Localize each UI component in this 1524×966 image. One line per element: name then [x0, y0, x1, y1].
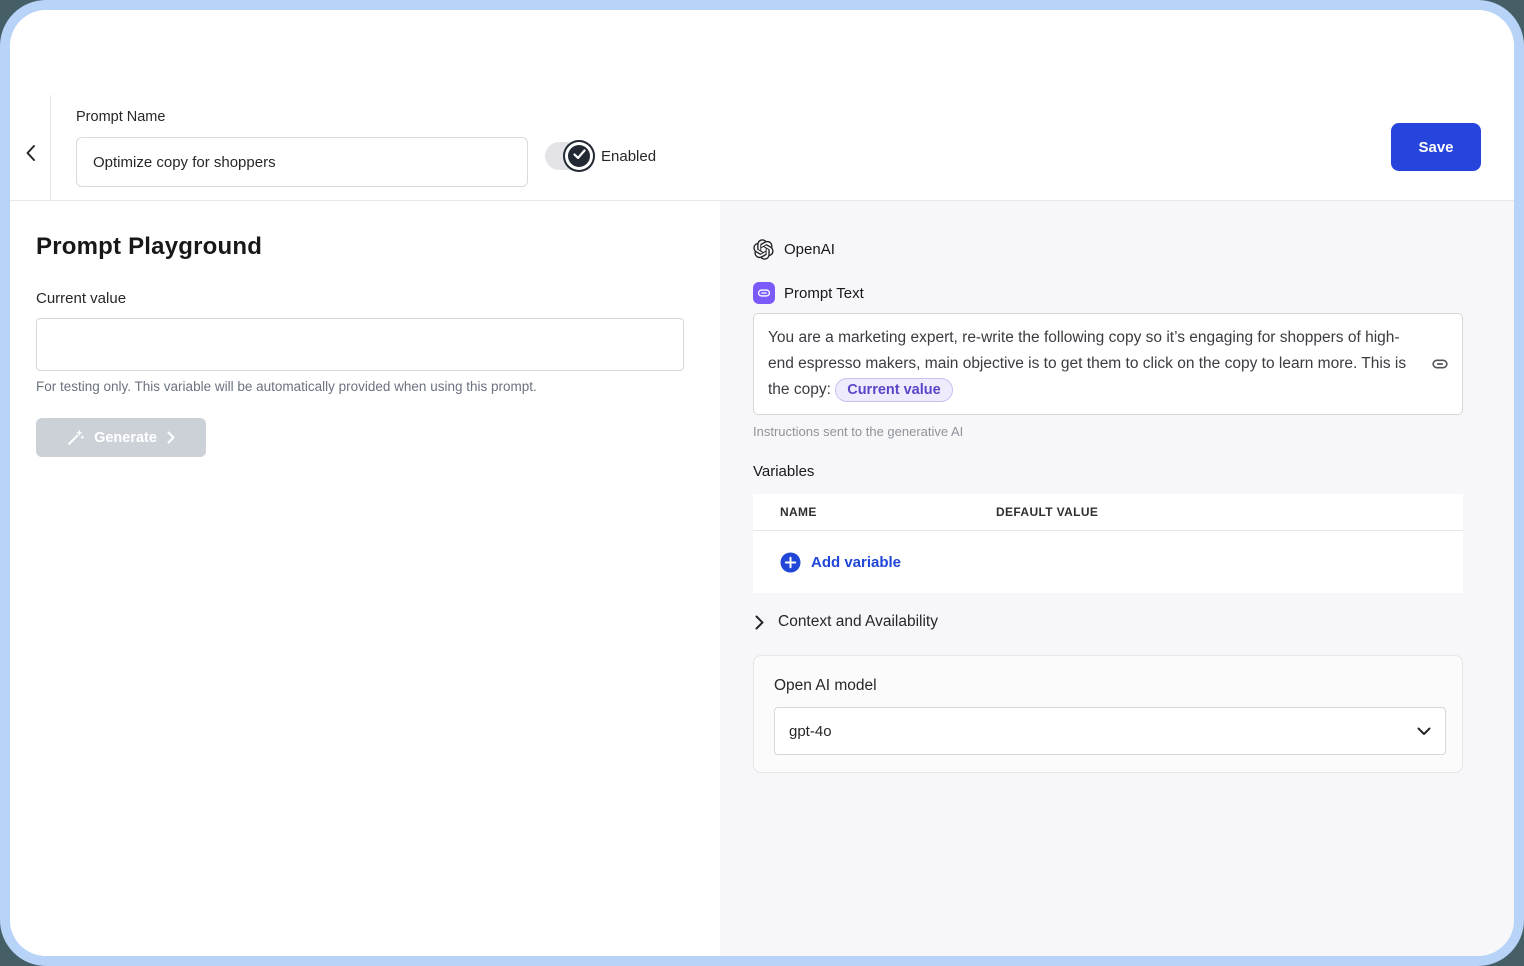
- model-label: Open AI model: [774, 677, 877, 695]
- toggle-track[interactable]: [545, 142, 593, 170]
- playground-panel: Prompt Playground Current value For test…: [10, 201, 720, 956]
- column-default-value: DEFAULT VALUE: [996, 505, 1098, 519]
- variables-table-header: NAME DEFAULT VALUE: [753, 494, 1463, 531]
- current-value-chip[interactable]: Current value: [835, 378, 952, 402]
- chevron-right-icon: [755, 615, 764, 630]
- model-selected-value: gpt-4o: [789, 723, 1417, 740]
- toggle-knob: [563, 140, 595, 172]
- check-icon: [573, 147, 586, 165]
- app-card: Prompt Name Enabled Save Prompt Playgrou…: [10, 10, 1514, 956]
- context-availability-label: Context and Availability: [778, 613, 938, 631]
- add-variable-button[interactable]: Add variable: [753, 531, 1463, 593]
- current-value-helper: For testing only. This variable will be …: [36, 379, 537, 394]
- header-bar: Prompt Name Enabled Save: [10, 10, 1514, 200]
- prompt-text-label: Prompt Text: [784, 285, 864, 302]
- window-frame: Prompt Name Enabled Save Prompt Playgrou…: [0, 0, 1524, 966]
- variables-title: Variables: [753, 463, 814, 480]
- context-availability-toggle[interactable]: Context and Availability: [755, 613, 938, 631]
- header-vertical-divider: [50, 95, 51, 200]
- current-value-input[interactable]: [36, 318, 684, 371]
- page-title: Prompt Playground: [36, 233, 262, 261]
- column-name: NAME: [753, 505, 996, 519]
- variables-table: NAME DEFAULT VALUE Add variable: [753, 494, 1463, 593]
- variable-pill-icon: [753, 282, 775, 304]
- prompt-caption: Instructions sent to the generative AI: [753, 424, 963, 439]
- enabled-toggle[interactable]: Enabled: [545, 142, 656, 170]
- prompt-text-input[interactable]: You are a marketing expert, re-write the…: [753, 313, 1463, 415]
- chevron-left-icon: [25, 144, 36, 167]
- model-card: Open AI model gpt-4o: [753, 655, 1463, 773]
- provider-row: OpenAI: [753, 239, 835, 260]
- enabled-label: Enabled: [601, 148, 656, 165]
- back-button[interactable]: [16, 136, 44, 174]
- model-select[interactable]: gpt-4o: [774, 707, 1446, 755]
- prompt-name-label: Prompt Name: [76, 109, 165, 125]
- wand-icon: [67, 429, 84, 446]
- generate-button[interactable]: Generate: [36, 418, 206, 457]
- add-variable-label: Add variable: [811, 554, 901, 571]
- openai-logo-icon: [753, 239, 774, 260]
- config-panel: OpenAI Prompt Text You are a marketing e…: [720, 201, 1514, 956]
- prompt-name-input[interactable]: [76, 137, 528, 187]
- chevron-right-icon: [167, 431, 175, 444]
- plus-icon: [780, 552, 801, 573]
- current-value-label: Current value: [36, 290, 126, 307]
- save-button[interactable]: Save: [1391, 123, 1481, 171]
- prompt-text-row: Prompt Text: [753, 282, 864, 304]
- chevron-down-icon: [1417, 727, 1431, 736]
- generate-label: Generate: [94, 430, 157, 446]
- insert-variable-icon[interactable]: [1430, 354, 1450, 374]
- provider-name: OpenAI: [784, 241, 835, 258]
